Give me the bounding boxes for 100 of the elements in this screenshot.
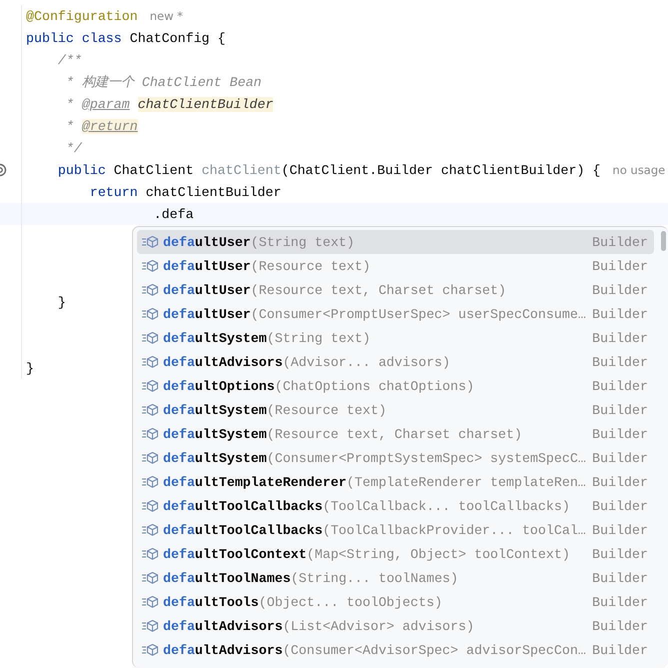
method-params: (String text) (266, 330, 370, 346)
completion-item[interactable]: defaultToolCallbacks(ToolCallback... toolCallbacks) Builder (137, 494, 654, 518)
completion-item[interactable]: defaultTools(Object... toolObjects) Builder (137, 590, 654, 614)
return-type: Builder (591, 258, 648, 274)
method-name: defaultToolCallbacks (163, 522, 323, 538)
completion-item[interactable]: defaultAdvisors(Consumer<AdvisorSpec> advisorSpecCon… Builder (137, 638, 654, 662)
method-name: defaultToolCallbacks (163, 498, 323, 514)
code-text: @Configuration (25, 8, 138, 24)
completion-item[interactable]: defaultToolCallbacks(ToolCallbackProvider... toolCal… Builder (137, 518, 654, 542)
method-params: (TemplateRenderer templateRen… (346, 474, 586, 490)
completion-item[interactable]: defaultUser(Resource text, Charset charset) Builder (137, 278, 654, 302)
method-name: defaultSystem (163, 330, 267, 346)
method-name: defaultUser (163, 306, 251, 322)
return-type: Builder (591, 594, 648, 610)
return-type: Builder (591, 642, 648, 658)
method-name: defaultToolNames (163, 570, 291, 586)
method-params: (Consumer<PromptUserSpec> userSpecConsume… (250, 306, 586, 322)
method-params: (ToolCallbackProvider... toolCal… (322, 522, 586, 538)
return-type: Builder (591, 378, 648, 394)
method-icon (141, 643, 159, 657)
return-type: Builder (591, 330, 648, 346)
method-icon (141, 595, 159, 609)
completion-item[interactable]: defaultAdvisors(Advisor... advisors) Builder (137, 350, 654, 374)
method-params: (List<Advisor> advisors) (282, 618, 474, 634)
completion-item[interactable]: defaultToolContext(Map<String, Object> toolContext) Builder (137, 542, 654, 566)
return-type: Builder (591, 618, 648, 634)
return-type: Builder (591, 282, 648, 298)
completion-item[interactable]: defaultUser(Resource text) Builder (137, 254, 654, 278)
completion-item[interactable]: defaultTemplateRenderer(TemplateRenderer templateRen… Builder (137, 470, 654, 494)
method-params: (Resource text) (250, 258, 370, 274)
method-name: defaultSystem (163, 402, 267, 418)
method-name: defaultUser (163, 282, 251, 298)
method-params: (Resource text, Charset charset) (266, 426, 522, 442)
method-params: (Map<String, Object> toolContext) (306, 546, 570, 562)
completion-item[interactable]: defaultSystem(Resource text) Builder (137, 398, 654, 422)
return-type: Builder (591, 570, 648, 586)
method-icon (141, 235, 159, 249)
return-type: Builder (591, 306, 648, 322)
method-icon (141, 355, 159, 369)
method-icon (141, 547, 159, 561)
completion-item[interactable]: defaultUser(String text) Builder (137, 230, 654, 254)
code-text: return chatClientBuilder (88, 184, 282, 200)
method-name: defaultAdvisors (163, 642, 283, 658)
method-icon (141, 403, 159, 417)
method-icon (141, 571, 159, 585)
method-name: defaultUser (163, 234, 251, 250)
code-text: /** (56, 52, 82, 68)
method-params: (Consumer<AdvisorSpec> advisorSpecCon… (282, 642, 586, 658)
method-name: defaultAdvisors (163, 618, 283, 634)
method-params: (Resource text, Charset charset) (250, 282, 506, 298)
method-icon (141, 619, 159, 633)
method-name: defaultOptions (163, 378, 275, 394)
completion-item[interactable]: defaultSystem(Consumer<PromptSystemSpec> systemSpecC… Builder (137, 446, 654, 470)
method-name: defaultTools (163, 594, 259, 610)
method-icon (141, 451, 159, 465)
method-params: (String... toolNames) (290, 570, 458, 586)
scrollbar-thumb[interactable] (661, 231, 666, 251)
method-icon (141, 331, 159, 345)
method-name: defaultAdvisors (163, 354, 283, 370)
method-name: defaultSystem (163, 450, 267, 466)
method-params: (ToolCallback... toolCallbacks) (322, 498, 570, 514)
method-params: (String text) (250, 234, 355, 250)
completion-item[interactable]: defaultSystem(Resource text, Charset charset) Builder (137, 422, 654, 446)
return-type: Builder (591, 354, 648, 370)
completion-item[interactable]: defaultOptions(ChatOptions chatOptions) Builder (137, 374, 654, 398)
return-type: Builder (591, 402, 648, 418)
completion-item[interactable]: defaultToolNames(String... toolNames) Builder (137, 566, 654, 590)
method-name: defaultUser (163, 258, 251, 274)
completion-item[interactable]: defaultAdvisors(List<Advisor> advisors) Builder (137, 614, 654, 638)
method-icon (141, 523, 159, 537)
method-icon (141, 259, 159, 273)
method-icon (141, 427, 159, 441)
return-type: Builder (591, 474, 648, 490)
code-text: .defa (152, 206, 194, 222)
method-icon (141, 283, 159, 297)
code-text: } (25, 360, 34, 376)
code-text: public class ChatConfig { (25, 30, 226, 46)
method-name: defaultTemplateRenderer (163, 474, 347, 490)
inlay-hint[interactable]: new * (150, 9, 183, 23)
method-name: defaultToolContext (163, 546, 307, 562)
code-text: * 构建一个 ChatClient Bean (64, 74, 262, 91)
method-icon (141, 475, 159, 489)
return-type: Builder (591, 426, 648, 442)
completion-item[interactable]: defaultUser(Consumer<PromptUserSpec> userSpecConsume… Builder (137, 302, 654, 326)
code-text: } (56, 294, 66, 310)
completion-item[interactable]: defaultSystem(String text) Builder (137, 326, 654, 350)
code-text: public ChatClient chatClient(ChatClient.Builder chatClientBuilder) { (56, 162, 601, 178)
method-params: (Object... toolObjects) (258, 594, 442, 610)
return-type: Builder (591, 498, 648, 514)
code-text: */ (64, 140, 82, 156)
method-icon (141, 307, 159, 321)
return-type: Builder (591, 522, 648, 538)
return-type: Builder (591, 546, 648, 562)
method-icon (141, 499, 159, 513)
return-type: Builder (591, 234, 648, 250)
method-params: (Consumer<PromptSystemSpec> systemSpecC… (266, 450, 586, 466)
method-params: (ChatOptions chatOptions) (274, 378, 474, 394)
method-name: defaultSystem (163, 426, 267, 442)
return-type: Builder (591, 450, 648, 466)
method-params: (Advisor... advisors) (282, 354, 450, 370)
